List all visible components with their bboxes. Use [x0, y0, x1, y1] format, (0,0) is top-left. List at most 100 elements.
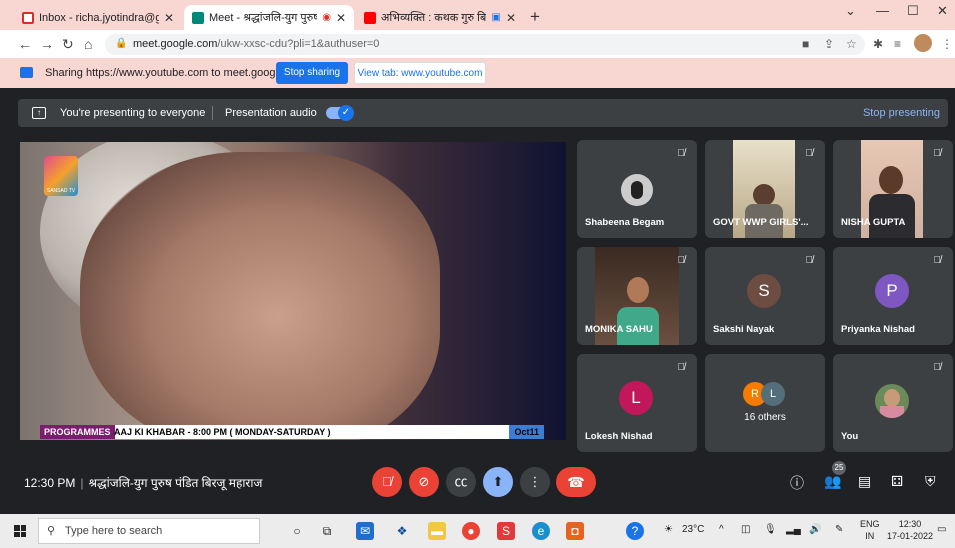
close-icon[interactable]: ✕ — [164, 11, 174, 25]
mail-icon[interactable]: ✉ — [356, 522, 374, 540]
presenting-bar: ↑ You're presenting to everyone Presenta… — [18, 99, 948, 127]
stop-presenting-button[interactable]: Stop presenting — [863, 107, 940, 119]
dropbox-icon[interactable]: ❖ — [393, 522, 411, 540]
mic-off-icon: 🎙̸ — [677, 362, 686, 373]
participant-tile[interactable]: S 🎙̸ Sakshi Nayak — [705, 247, 825, 345]
participant-tile[interactable]: L 🎙̸ Lokesh Nishad — [577, 354, 697, 452]
participant-name: MONIKA SAHU — [585, 324, 653, 335]
presentation-audio-label: Presentation audio — [225, 107, 317, 119]
chat-icon[interactable]: ▤ — [858, 473, 871, 490]
cortana-icon[interactable]: ○ — [288, 522, 306, 540]
home-icon[interactable]: ⌂ — [84, 36, 92, 52]
participant-name: GOVT WWP GIRLS'... — [713, 217, 809, 228]
taskbar-clock[interactable]: 12:30 17-01-2022 — [887, 518, 933, 542]
weather-icon[interactable]: ☀ — [664, 524, 673, 535]
present-button[interactable]: ⬆ — [483, 467, 513, 497]
presentation-audio-toggle[interactable]: ✓ — [326, 105, 354, 121]
participant-tile[interactable]: P 🎙̸ Priyanka Nishad — [833, 247, 953, 345]
lock-icon: 🔒 — [115, 38, 128, 49]
close-icon[interactable]: ✕ — [506, 11, 516, 25]
windows-taskbar: ⚲ Type here to search ○ ⧉ ✉ ❖ ▬ ● S e ◘ … — [0, 514, 955, 548]
screen: Inbox - richa.jyotindra@gmail.co ✕ Meet … — [0, 0, 955, 548]
app-icon[interactable]: S — [497, 522, 515, 540]
windows-start-icon[interactable] — [14, 525, 26, 537]
meeting-title: श्रद्धांजलि-युग पुरुष पंडित बिरजू महाराज — [88, 476, 263, 490]
forward-icon[interactable]: → — [40, 36, 54, 52]
volume-icon[interactable]: 🔊 — [809, 524, 821, 535]
extensions-icon[interactable]: ✱ — [873, 37, 883, 51]
search-icon: ⚲ — [47, 525, 56, 537]
edge-icon[interactable]: e — [532, 522, 550, 540]
mic-toggle-button[interactable]: 🎙̸ — [372, 467, 402, 497]
chevron-up-icon[interactable]: ^ — [719, 524, 724, 535]
participant-avatar: L — [619, 381, 653, 415]
chrome-icon[interactable]: ● — [462, 522, 480, 540]
profile-avatar[interactable] — [914, 34, 932, 52]
minimize-icon[interactable]: — — [876, 3, 889, 18]
bookmark-star-icon[interactable]: ☆ — [846, 37, 857, 51]
casting-icon: ▣ — [491, 12, 501, 23]
mic-off-icon: 🎙̸ — [677, 255, 686, 266]
captions-icon: ㏄ — [454, 474, 468, 489]
reading-list-icon[interactable]: ≡ — [894, 37, 901, 51]
language-indicator[interactable]: ENG IN — [860, 518, 880, 542]
participant-tile[interactable]: 🎙̸ NISHA GUPTA — [833, 140, 953, 238]
tab-title: अभिव्यक्ति : कथक गुरु बिरजू मह — [381, 12, 487, 24]
meeting-details-icon[interactable]: ⓘ — [790, 473, 804, 493]
file-explorer-icon[interactable]: ▬ — [428, 522, 446, 540]
camera-in-use-icon[interactable]: ■ — [802, 37, 809, 51]
tab-search-icon[interactable]: ⌄ — [845, 3, 856, 19]
view-tab-button[interactable]: View tab: www.youtube.com — [354, 62, 486, 84]
clock-date: 17-01-2022 — [887, 531, 934, 541]
participant-tile[interactable]: 🎙̸ GOVT WWP GIRLS'... — [705, 140, 825, 238]
office-icon[interactable]: ◘ — [566, 522, 584, 540]
browser-tab-bar: Inbox - richa.jyotindra@gmail.co ✕ Meet … — [0, 0, 955, 30]
participant-tile[interactable]: 🎙̸ MONIKA SAHU — [577, 247, 697, 345]
stop-sharing-button[interactable]: Stop sharing — [276, 62, 348, 84]
close-icon[interactable]: ✕ — [336, 11, 346, 25]
participant-name: Priyanka Nishad — [841, 324, 915, 335]
camera-toggle-button[interactable]: ⊘ — [409, 467, 439, 497]
new-tab-icon[interactable]: + — [530, 7, 540, 27]
maximize-icon[interactable]: ☐ — [907, 3, 919, 19]
menu-icon[interactable]: ⋮ — [941, 37, 953, 51]
share-icon[interactable]: ⇪ — [824, 37, 834, 51]
lang-bottom: IN — [865, 531, 875, 541]
participant-name: Shabeena Begam — [585, 217, 665, 228]
tab-youtube[interactable]: अभिव्यक्ति : कथक गुरु बिरजू मह ▣ ✕ — [356, 5, 524, 30]
url-input[interactable]: 🔒 meet.google.com/ukw-xxsc-cdu?pli=1&aut… — [105, 34, 865, 55]
close-window-icon[interactable]: ✕ — [937, 3, 948, 19]
taskbar-search-input[interactable]: ⚲ Type here to search — [38, 518, 260, 544]
participant-name: NISHA GUPTA — [841, 217, 906, 228]
back-icon[interactable]: ← — [18, 36, 32, 52]
more-vert-icon: ⋮ — [528, 474, 542, 489]
self-tile[interactable]: 🎙̸ You — [833, 354, 953, 452]
host-controls-icon[interactable]: ⛨ — [925, 473, 936, 490]
weather-temp[interactable]: 23°C — [682, 524, 704, 535]
tab-title: Meet - श्रद्धांजलि-युग पुरुष पंडित — [209, 12, 318, 24]
video-face — [80, 152, 440, 440]
tab-meet[interactable]: Meet - श्रद्धांजलि-युग पुरुष पंडित ◉ ✕ — [184, 5, 354, 30]
captions-button[interactable]: ㏄ — [446, 467, 476, 497]
participant-tile[interactable]: 🎙̸ Shabeena Begam — [577, 140, 697, 238]
help-icon[interactable]: ? — [626, 522, 644, 540]
pen-icon[interactable]: ✎ — [835, 524, 843, 535]
tab-gmail[interactable]: Inbox - richa.jyotindra@gmail.co ✕ — [14, 5, 182, 30]
notifications-icon[interactable]: ▭ — [937, 524, 946, 535]
network-icon[interactable]: ▂▄ — [786, 524, 801, 535]
others-avatars: R L — [743, 382, 787, 408]
gmail-icon — [22, 11, 34, 24]
meet-app-icon[interactable]: ◫ — [741, 524, 750, 535]
present-icon: ⬆ — [492, 474, 504, 489]
reload-icon[interactable]: ↻ — [62, 36, 74, 53]
leave-call-button[interactable]: ☎ — [556, 467, 596, 497]
ticker-text: AAJ KI KHABAR - 8:00 PM ( MONDAY-SATURDA… — [114, 427, 331, 437]
activities-icon[interactable]: ⚃ — [891, 473, 903, 490]
more-options-button[interactable]: ⋮ — [520, 467, 550, 497]
address-bar-row: ← → ↻ ⌂ 🔒 meet.google.com/ukw-xxsc-cdu?p… — [0, 30, 955, 58]
task-view-icon[interactable]: ⧉ — [318, 522, 336, 540]
people-icon[interactable]: 👥 — [824, 473, 841, 490]
microphone-icon[interactable]: 🎙 — [764, 524, 777, 535]
participant-name: You — [841, 431, 859, 442]
others-tile[interactable]: R L 16 others — [705, 354, 825, 452]
